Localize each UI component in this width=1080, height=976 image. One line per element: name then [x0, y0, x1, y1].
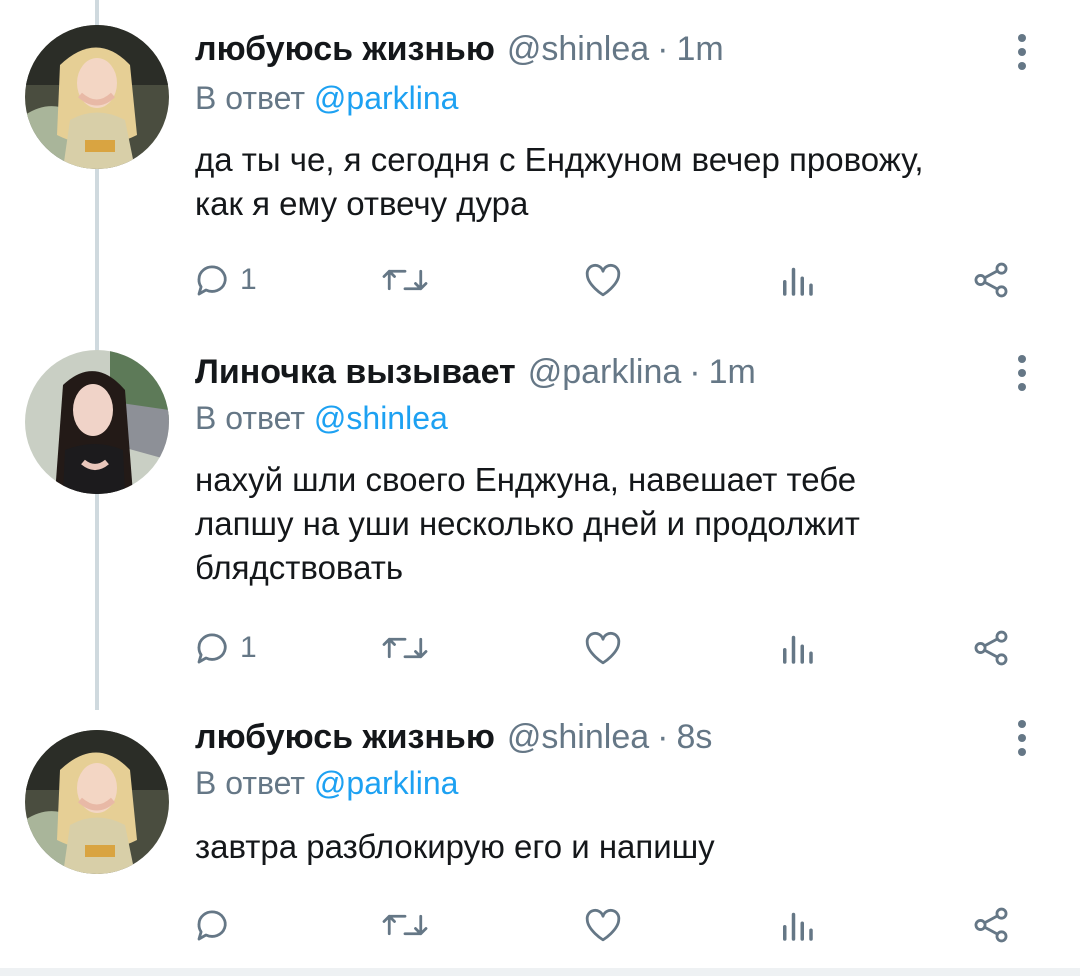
like-button[interactable]	[582, 895, 624, 955]
reply-button[interactable]: 1	[192, 250, 257, 310]
reply-mention-link[interactable]: @parklina	[314, 765, 459, 801]
analytics-button[interactable]	[778, 618, 816, 678]
tweet-actions	[0, 895, 1080, 955]
tweet-text-line: лапшу на уши несколько дней и продолжит	[195, 505, 860, 542]
tweet-actions: 1	[0, 618, 1080, 678]
username-handle[interactable]: @shinlea	[507, 718, 649, 757]
heart-icon	[585, 263, 621, 297]
reply-prefix: В ответ	[195, 80, 306, 116]
reply-button[interactable]	[192, 895, 240, 955]
heart-icon	[585, 631, 621, 665]
display-name[interactable]: Линочка вызывает	[195, 353, 516, 392]
tweet-header: Линочка вызывает @parklina · 1m	[195, 353, 756, 392]
tweet-text-line: да ты че, я сегодня с Енджуном вечер про…	[195, 141, 924, 178]
analytics-button[interactable]	[778, 250, 816, 310]
tweet-text-line: блядствовать	[195, 549, 404, 586]
reply-icon	[197, 633, 227, 664]
display-name[interactable]: любуюсь жизнью	[195, 718, 495, 757]
tweet-actions: 1	[0, 250, 1080, 310]
reply-count: 1	[240, 263, 257, 296]
reply-to-line: В ответ @parklina	[195, 80, 458, 117]
tweet[interactable]: Линочка вызывает @parklina · 1m В ответ …	[0, 340, 1080, 705]
tweet-text-line: нахуй шли своего Енджуна, навешает тебе	[195, 461, 857, 498]
tweet-text: да ты че, я сегодня с Енджуном вечер про…	[195, 138, 1035, 226]
share-icon	[974, 907, 1008, 943]
retweet-icon	[382, 637, 428, 659]
separator-dot: ·	[657, 718, 669, 756]
reply-prefix: В ответ	[195, 765, 306, 801]
username-handle[interactable]: @parklina	[528, 353, 682, 392]
reply-prefix: В ответ	[195, 400, 306, 436]
share-button[interactable]	[970, 250, 1012, 310]
timestamp[interactable]: 1m	[709, 353, 756, 392]
retweet-button[interactable]	[382, 895, 428, 955]
bottom-divider	[0, 968, 1080, 976]
reply-mention-link[interactable]: @shinlea	[314, 400, 448, 436]
tweet[interactable]: любуюсь жизнью @shinlea · 1m В ответ @pa…	[0, 0, 1080, 340]
avatar[interactable]	[25, 25, 169, 169]
timestamp[interactable]: 8s	[676, 718, 712, 757]
tweet-header: любуюсь жизнью @shinlea · 8s	[195, 718, 712, 757]
analytics-icon	[783, 635, 813, 664]
reply-icon	[197, 265, 227, 296]
analytics-button[interactable]	[778, 895, 816, 955]
more-vertical-icon[interactable]	[1014, 720, 1030, 756]
display-name[interactable]: любуюсь жизнью	[195, 30, 495, 69]
tweet-text: нахуй шли своего Енджуна, навешает тебе …	[195, 458, 1035, 590]
separator-dot: ·	[657, 30, 669, 68]
timestamp[interactable]: 1m	[676, 30, 723, 69]
heart-icon	[585, 908, 621, 942]
retweet-icon	[382, 269, 428, 291]
tweet-text-line: как я ему отвечу дура	[195, 185, 529, 222]
tweet-thread: любуюсь жизнью @shinlea · 1m В ответ @pa…	[0, 0, 1080, 976]
reply-count: 1	[240, 631, 257, 664]
avatar[interactable]	[25, 730, 169, 874]
reply-mention-link[interactable]: @parklina	[314, 80, 459, 116]
like-button[interactable]	[582, 618, 624, 678]
like-button[interactable]	[582, 250, 624, 310]
retweet-icon	[382, 914, 428, 936]
share-icon	[974, 630, 1008, 666]
tweet-text-line: завтра разблокирую его и напишу	[195, 828, 715, 865]
share-button[interactable]	[970, 895, 1012, 955]
retweet-button[interactable]	[382, 618, 428, 678]
tweet-text: завтра разблокирую его и напишу	[195, 825, 1035, 869]
share-icon	[974, 262, 1008, 298]
analytics-icon	[783, 912, 813, 941]
tweet[interactable]: любуюсь жизнью @shinlea · 8s В ответ @pa…	[0, 705, 1080, 970]
avatar[interactable]	[25, 350, 169, 494]
analytics-icon	[783, 267, 813, 296]
share-button[interactable]	[970, 618, 1012, 678]
tweet-header: любуюсь жизнью @shinlea · 1m	[195, 30, 724, 69]
reply-button[interactable]: 1	[192, 618, 257, 678]
retweet-button[interactable]	[382, 250, 428, 310]
separator-dot: ·	[689, 353, 701, 391]
username-handle[interactable]: @shinlea	[507, 30, 649, 69]
more-vertical-icon[interactable]	[1014, 34, 1030, 70]
reply-icon	[197, 910, 227, 941]
more-vertical-icon[interactable]	[1014, 355, 1030, 391]
reply-to-line: В ответ @shinlea	[195, 400, 448, 437]
reply-to-line: В ответ @parklina	[195, 765, 458, 802]
